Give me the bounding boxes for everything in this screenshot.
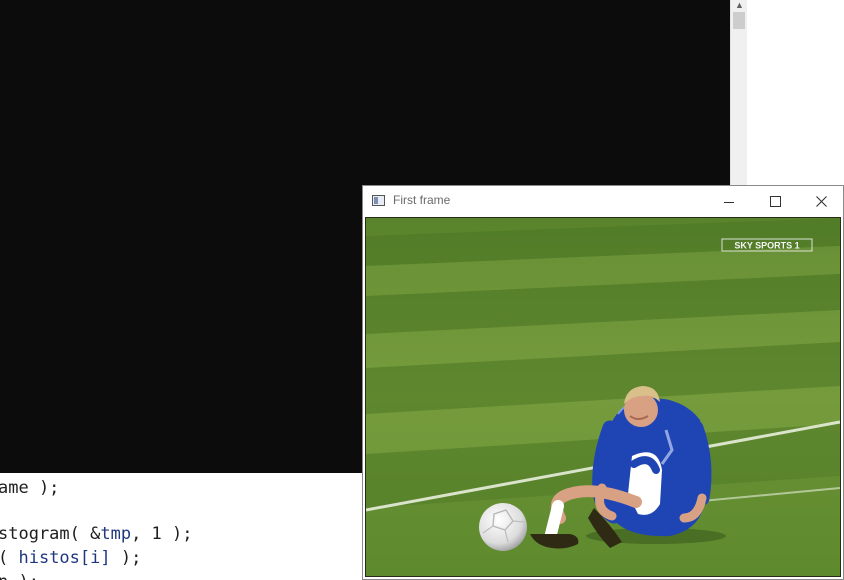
sky-sports-logo-text: SKY SPORTS 1 (734, 241, 799, 251)
code-text: ame ); (0, 478, 60, 498)
code-text: stogram( & (0, 524, 101, 544)
window-title: First frame (393, 193, 451, 207)
code-text: n ); (0, 572, 39, 580)
maximize-icon (769, 195, 781, 207)
code-identifier: tmp (100, 524, 132, 544)
code-line: ame ); (0, 477, 59, 499)
code-editor[interactable]: ame ); stogram( &tmp, 1 ); ( histos[i] )… (0, 474, 362, 580)
maximize-button[interactable] (752, 186, 798, 216)
close-icon (815, 195, 827, 207)
video-frame-image: SKY SPORTS 1 (365, 217, 841, 577)
code-identifier: histos[i] (18, 548, 111, 568)
app-window-icon (372, 195, 385, 206)
code-text: ( (0, 548, 19, 568)
minimize-icon (724, 201, 734, 203)
football (479, 503, 527, 551)
title-bar[interactable]: First frame (363, 186, 843, 216)
scrollbar-thumb[interactable] (733, 12, 745, 29)
code-text: ); (110, 548, 142, 568)
code-line: ( histos[i] ); (0, 547, 141, 569)
first-frame-window[interactable]: First frame SKY SPORTS 1 (362, 185, 844, 580)
code-line: stogram( &tmp, 1 ); (0, 523, 193, 545)
code-text: , 1 ); (131, 524, 193, 544)
scroll-up-arrow-icon[interactable]: ▲ (735, 1, 744, 10)
code-line: n ); (0, 571, 39, 580)
close-button[interactable] (798, 186, 844, 216)
sky-sports-logo: SKY SPORTS 1 (721, 238, 813, 252)
minimize-button[interactable] (706, 186, 752, 216)
